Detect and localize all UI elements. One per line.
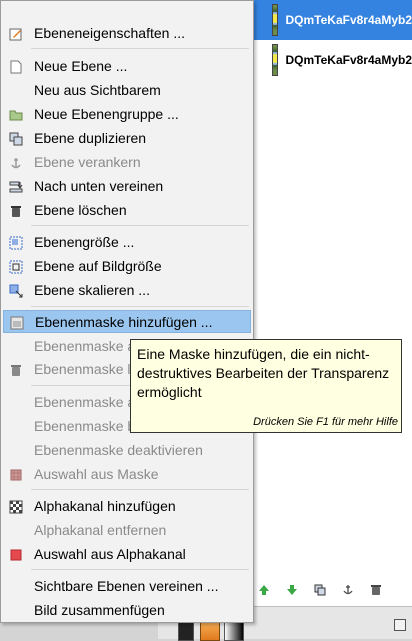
menu-item-merge-down[interactable]: Nach unten vereinen — [3, 175, 251, 198]
menu-item-remove-alpha-channel: Alphakanal entfernen — [3, 519, 251, 542]
tooltip-text: Eine Maske hinzufügen, die ein nicht- de… — [137, 345, 403, 402]
menu-item-duplicate-layer[interactable]: Ebene duplizieren — [3, 127, 251, 150]
folder-icon — [9, 108, 23, 122]
lower-layer-icon[interactable] — [286, 584, 298, 596]
layer-properties-icon — [9, 27, 23, 41]
menu-item-flatten-image[interactable]: Bild zusammenfügen — [3, 599, 251, 622]
menu-separator — [31, 48, 249, 49]
menu-separator — [31, 225, 249, 226]
configure-tab-button[interactable] — [394, 619, 406, 631]
menu-item-add-layer-mask[interactable]: Ebenenmaske hinzufügen ... — [3, 310, 251, 333]
layer-size-icon — [9, 236, 23, 250]
layer-thumbnail — [272, 44, 278, 76]
layer-context-menu: Ebeneneigenschaften ... Neue Ebene ... N… — [0, 0, 254, 623]
menu-item-new-from-visible[interactable]: Neu aus Sichtbarem — [3, 79, 251, 102]
alpha-selection-icon — [9, 548, 23, 562]
menu-item-layer-properties[interactable]: Ebeneneigenschaften ... — [3, 22, 251, 45]
trash-icon — [9, 204, 23, 218]
menu-separator — [31, 569, 249, 570]
layers-toolbar — [256, 578, 412, 602]
trash-icon — [9, 363, 23, 377]
menu-item-anchor-layer: Ebene verankern — [3, 151, 251, 174]
scale-icon — [9, 284, 23, 298]
menu-item-new-layer[interactable]: Neue Ebene ... — [3, 55, 251, 78]
menu-item-delete-layer[interactable]: Ebene löschen — [3, 199, 251, 222]
new-layer-icon — [9, 60, 23, 74]
menu-item-add-alpha-channel[interactable]: Alphakanal hinzufügen — [3, 495, 251, 518]
menu-item-scale-layer[interactable]: Ebene skalieren ... — [3, 279, 251, 302]
mask-selection-icon — [9, 468, 23, 482]
layer-thumbnail — [272, 4, 278, 36]
menu-item-layer-to-image-size[interactable]: Ebene auf Bildgröße — [3, 255, 251, 278]
menu-item-selection-from-alpha[interactable]: Auswahl aus Alphakanal — [3, 543, 251, 566]
anchor-icon — [9, 156, 23, 170]
menu-item-layer-size[interactable]: Ebenengröße ... — [3, 231, 251, 254]
alpha-icon — [9, 500, 23, 514]
layer-to-image-size-icon — [9, 260, 23, 274]
menu-item-merge-visible-layers[interactable]: Sichtbare Ebenen vereinen ... — [3, 575, 251, 598]
menu-item-selection-from-mask: Auswahl aus Maske — [3, 463, 251, 486]
layer-name: DQmTeKaFv8r4aMyb2 — [286, 53, 412, 67]
tooltip-help-hint: Drücken Sie F1 für mehr Hilfe — [253, 416, 398, 428]
anchor-layer-icon[interactable] — [342, 584, 354, 596]
layer-name: DQmTeKaFv8r4aMyb2 — [286, 13, 412, 27]
menu-item-new-layer-group[interactable]: Neue Ebenengruppe ... — [3, 103, 251, 126]
menu-item-disable-layer-mask: Ebenenmaske deaktivieren — [3, 439, 251, 462]
duplicate-icon — [9, 132, 23, 146]
merge-down-icon — [9, 180, 23, 194]
duplicate-layer-icon[interactable] — [314, 584, 326, 596]
menu-separator — [31, 306, 249, 307]
tooltip: Eine Maske hinzufügen, die ein nicht- de… — [130, 339, 402, 433]
add-mask-icon — [10, 316, 24, 330]
raise-layer-icon[interactable] — [258, 584, 270, 596]
menu-separator — [31, 489, 249, 490]
delete-layer-icon[interactable] — [370, 584, 382, 596]
